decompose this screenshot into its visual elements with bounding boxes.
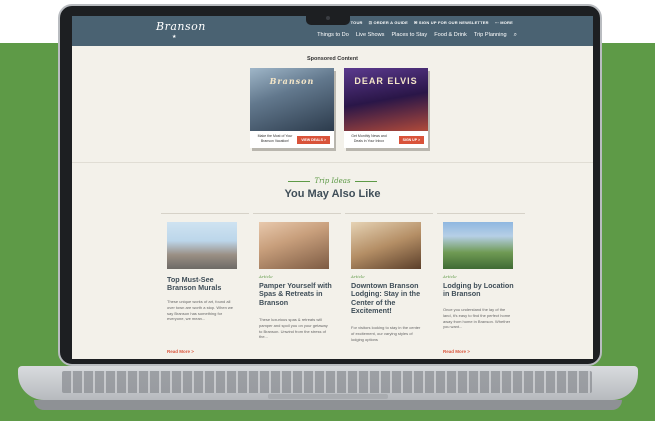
laptop-keyboard: [62, 371, 592, 393]
article-tag: Article: [443, 274, 457, 279]
sponsored-title: Sponsored Content: [306, 56, 359, 62]
section-heading: You May Also Like: [284, 188, 381, 200]
sponsored-image-text: DEAR ELVIS: [354, 76, 418, 86]
utility-link-newsletter[interactable]: ✉ SIGN UP FOR OUR NEWSLETTER: [414, 20, 489, 25]
search-icon[interactable]: ⌕: [514, 32, 517, 39]
utility-nav: TOUR ⊡ ORDER A GUIDE ✉ SIGN UP FOR OUR N…: [351, 20, 513, 25]
laptop-screen: Branson ★ TOUR ⊡ ORDER A GUIDE ✉ SIGN UP…: [72, 16, 593, 359]
sponsored-image: DEAR ELVIS: [344, 68, 428, 131]
article-thumbnail[interactable]: [443, 222, 513, 269]
card-divider: [345, 213, 433, 214]
article-tag: Article: [351, 274, 365, 279]
nav-live-shows[interactable]: Live Shows: [356, 32, 385, 39]
article-description: Once you understand the lay of the land,…: [443, 307, 511, 330]
article-title[interactable]: Downtown Branson Lodging: Stay in the Ce…: [351, 281, 426, 315]
article-description: For visitors looking to stay in the cent…: [351, 325, 421, 342]
read-more-link[interactable]: Read More >: [167, 349, 194, 354]
camera-lens: [326, 16, 330, 20]
utility-link-tour[interactable]: TOUR: [351, 20, 363, 25]
card-divider: [161, 213, 249, 214]
utility-link-order-guide[interactable]: ⊡ ORDER A GUIDE: [369, 20, 408, 25]
view-deals-button[interactable]: VIEW DEALS >: [297, 136, 330, 144]
trip-ideas-label: Trip Ideas: [72, 177, 593, 185]
article-title[interactable]: Top Must-See Branson Murals: [167, 275, 242, 293]
article-description: These unique works of art, found all ove…: [167, 299, 234, 322]
logo-star-icon: ★: [172, 34, 177, 40]
article-thumbnail[interactable]: [351, 222, 421, 269]
main-nav: Things to Do Live Shows Places to Stay F…: [317, 32, 517, 39]
sponsored-image-text: Branson: [269, 76, 315, 86]
card-divider: [253, 213, 341, 214]
laptop-base-edge: [34, 400, 622, 410]
nav-food-drink[interactable]: Food & Drink: [434, 32, 467, 39]
nav-places-to-stay[interactable]: Places to Stay: [391, 32, 427, 39]
sponsored-image: Branson: [250, 68, 334, 131]
read-more-link[interactable]: Read More >: [443, 349, 470, 354]
article-description: These luxurious spas & retreats will pam…: [259, 317, 328, 340]
branson-logo[interactable]: Branson: [156, 20, 206, 33]
webcam-notch: [306, 13, 350, 25]
utility-link-more[interactable]: ⋯ MORE: [495, 20, 513, 25]
nav-things-to-do[interactable]: Things to Do: [317, 32, 349, 39]
sponsored-card[interactable]: DEAR ELVIS Get Monthly News and Deals in…: [344, 68, 428, 148]
article-title[interactable]: Pamper Yourself with Spas & Retreats in …: [259, 281, 334, 307]
sign-up-button[interactable]: SIGN UP >: [398, 136, 424, 144]
nav-trip-planning[interactable]: Trip Planning: [474, 32, 507, 39]
laptop-trackpad: [268, 394, 388, 399]
article-thumbnail[interactable]: [167, 222, 237, 269]
article-thumbnail[interactable]: [259, 222, 329, 269]
sponsored-caption: Make the Most of Your Branson Vacation!: [257, 134, 293, 143]
sponsored-card[interactable]: Branson Make the Most of Your Branson Va…: [250, 68, 334, 148]
sponsored-caption: Get Monthly News and Deals in Your Inbox: [351, 134, 387, 143]
article-tag: Article: [259, 274, 273, 279]
card-divider: [437, 213, 525, 214]
article-title[interactable]: Lodging by Location in Branson: [443, 281, 518, 299]
section-divider: [72, 162, 593, 163]
